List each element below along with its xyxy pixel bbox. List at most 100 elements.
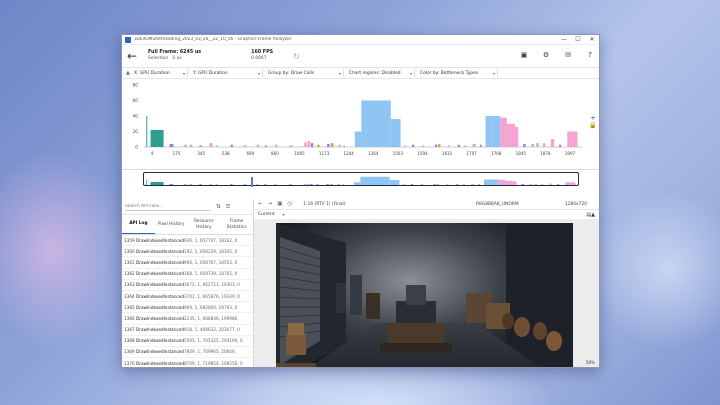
tab-api-log[interactable]: API Log xyxy=(122,215,155,234)
chart-bar xyxy=(183,144,188,147)
chart-bar xyxy=(310,143,314,147)
view-select[interactable]: Current xyxy=(258,212,275,217)
x-tick-label: 699 xyxy=(246,151,254,156)
image-icon[interactable]: ▣ xyxy=(277,201,282,207)
row-args: 7809, 1, 709965, 20649, xyxy=(184,349,236,355)
table-row[interactable]: 1360 DrawIndexedInstanced 192, 1, 658229, … xyxy=(122,246,253,258)
histogram-icon[interactable]: ▤▲ xyxy=(586,212,595,218)
row-name: DrawIndexedInstanced xyxy=(136,248,184,254)
chart-bar xyxy=(412,144,415,147)
chart-regions-dropdown[interactable]: Chart regions: Disabled ▾ xyxy=(347,69,415,77)
tab-pixel-history[interactable]: Pixel History xyxy=(155,215,188,234)
group-by-dropdown[interactable]: Group by: Draw Calls ▾ xyxy=(266,69,344,77)
table-row[interactable]: 1364 DrawIndexedInstanced 3702, 1, 665876,… xyxy=(122,291,253,303)
chart-bar xyxy=(572,131,578,147)
fps-value: 0.0067 xyxy=(251,56,267,61)
chart-minimap[interactable] xyxy=(122,170,599,189)
x-tick-label: 1845 xyxy=(516,151,527,156)
chart-bar xyxy=(500,117,507,147)
x-tick-label: 1631 xyxy=(442,151,453,156)
chart-bar xyxy=(421,145,425,147)
row-id: 1370 xyxy=(124,360,135,366)
chart-bar xyxy=(567,131,573,147)
app-icon xyxy=(125,36,131,43)
render-target-dropdown[interactable]: 1:16 (RTV 1) (Final) xyxy=(303,202,345,207)
table-row[interactable]: 1365 DrawIndexedInstanced 969, 1, 682800, … xyxy=(122,302,253,314)
chart-bar xyxy=(209,143,213,147)
filter-icon[interactable]: ⇅ xyxy=(216,204,221,210)
chart-bar xyxy=(354,131,362,147)
mail-icon[interactable]: ✉ xyxy=(563,51,573,61)
gear-icon[interactable]: ⚙ xyxy=(541,51,551,61)
splitter-handle[interactable] xyxy=(251,177,253,187)
tab-resource-history[interactable]: Resource History xyxy=(188,215,221,234)
chart-bar xyxy=(464,145,467,147)
close-button[interactable]: ✕ xyxy=(585,36,599,43)
render-viewport[interactable]: 58% xyxy=(254,220,599,367)
chart-bar xyxy=(304,142,307,147)
minimize-button[interactable]: — xyxy=(557,36,571,43)
lock-icon[interactable]: 🔒 xyxy=(589,122,597,129)
duration-chart[interactable]: 80 60 40 20 0 4 175 345 538 699 860 1065 1173 1244 136… xyxy=(122,79,599,170)
table-row[interactable]: 1367 DrawIndexedInstanced 918, 1, 408632, … xyxy=(122,325,253,336)
chart-bar xyxy=(559,144,562,147)
table-row[interactable]: 1370 DrawIndexedInstanced 8709, 1, 719854,… xyxy=(122,358,253,367)
selection-label: Selection xyxy=(148,56,169,61)
zoom-in-icon[interactable]: + xyxy=(589,115,597,122)
background-glow-right xyxy=(590,190,720,350)
nav-forward-icon[interactable]: → xyxy=(268,201,273,207)
settings-icon[interactable]: ☰ xyxy=(226,204,231,210)
table-row[interactable]: 1366 DrawIndexedInstanced 2235, 1, 688836,… xyxy=(122,313,253,325)
table-row[interactable]: 1362 DrawIndexedInstanced 168, 1, 659739, … xyxy=(122,269,253,280)
chart-bar xyxy=(523,143,526,147)
chart-bar xyxy=(189,144,193,147)
chart-bar xyxy=(550,139,555,147)
x-tick-label: 1707 xyxy=(466,151,477,156)
x-tick-label: 1065 xyxy=(294,151,305,156)
x-tick-label: 1364 xyxy=(368,151,379,156)
x-tick-label: 345 xyxy=(197,151,205,156)
nav-back-icon[interactable]: ← xyxy=(258,201,263,207)
chart-bar xyxy=(542,143,546,147)
panel-tabs: API Log Pixel History Resource History F… xyxy=(122,215,253,235)
search-input[interactable] xyxy=(125,202,211,211)
chart-bar xyxy=(289,145,293,147)
api-log-panel: ⇅ ☰ API Log Pixel History Resource Histo… xyxy=(122,199,254,367)
chart-bar xyxy=(317,144,320,147)
color-by-dropdown[interactable]: Color by: Bottleneck Types ▾ xyxy=(418,69,498,77)
row-name: DrawIndexedInstanced xyxy=(136,327,184,333)
external-window-icon[interactable]: ▣ xyxy=(519,51,529,61)
table-row[interactable]: 1359 DrawIndexedInstanced 936, 1, 657747, … xyxy=(122,235,253,247)
maximize-button[interactable]: ☐ xyxy=(571,36,585,43)
render-target-panel: ← → ▣ ◷ 1:16 (RTV 1) (Final) R8G8B8A8_UN… xyxy=(254,199,599,367)
refresh-icon[interactable]: ↻ xyxy=(293,52,300,61)
chart-bar xyxy=(264,145,267,147)
row-args: 2235, 1, 688836, 199986, xyxy=(184,315,239,321)
back-arrow-icon[interactable]: ← xyxy=(124,49,140,63)
window-title: 3DEXOMultithreading_2023_03_26__22_10_56… xyxy=(134,37,292,42)
chevron-down-icon: ▾ xyxy=(338,70,341,76)
table-row[interactable]: 1369 DrawIndexedInstanced 7809, 1, 709965,… xyxy=(122,347,253,359)
chart-bar xyxy=(472,143,476,147)
table-row[interactable]: 1368 DrawIndexedInstanced 5505, 1, 705325,… xyxy=(122,336,253,347)
clock-icon[interactable]: ◷ xyxy=(287,201,292,207)
table-row[interactable]: 1363 DrawIndexedInstanced 3672, 1, 662723,… xyxy=(122,280,253,291)
chevron-down-icon: ▾ xyxy=(492,70,495,76)
chevron-down-icon[interactable]: ▾ xyxy=(283,212,285,217)
tab-frame-statistics[interactable]: Frame Statistics xyxy=(220,215,253,234)
app-window: 3DEXOMultithreading_2023_03_26__22_10_56… xyxy=(121,34,600,368)
background-glow-left xyxy=(0,150,130,350)
row-name: DrawIndexedInstanced xyxy=(136,271,184,277)
help-icon[interactable]: ? xyxy=(585,51,595,61)
y-axis-dropdown[interactable]: Y: GPU Duration ▾ xyxy=(191,69,263,77)
table-row[interactable]: 1361 DrawIndexedInstanced 966, 1, 658767, … xyxy=(122,257,253,269)
row-name: DrawIndexedInstanced xyxy=(136,349,184,355)
minimap-selection[interactable] xyxy=(143,172,579,186)
x-tick-label: 1173 xyxy=(319,151,330,156)
x-axis-dropdown[interactable]: X: GPU Duration ▾ xyxy=(132,69,188,77)
row-id: 1366 xyxy=(124,315,135,321)
chart-bar xyxy=(485,116,493,147)
filter-bar: ▲ X: GPU Duration ▾ Y: GPU Duration ▾ Grou… xyxy=(122,68,599,79)
texture-resolution: 1280x720 xyxy=(564,201,587,207)
chart-bar xyxy=(338,144,341,147)
